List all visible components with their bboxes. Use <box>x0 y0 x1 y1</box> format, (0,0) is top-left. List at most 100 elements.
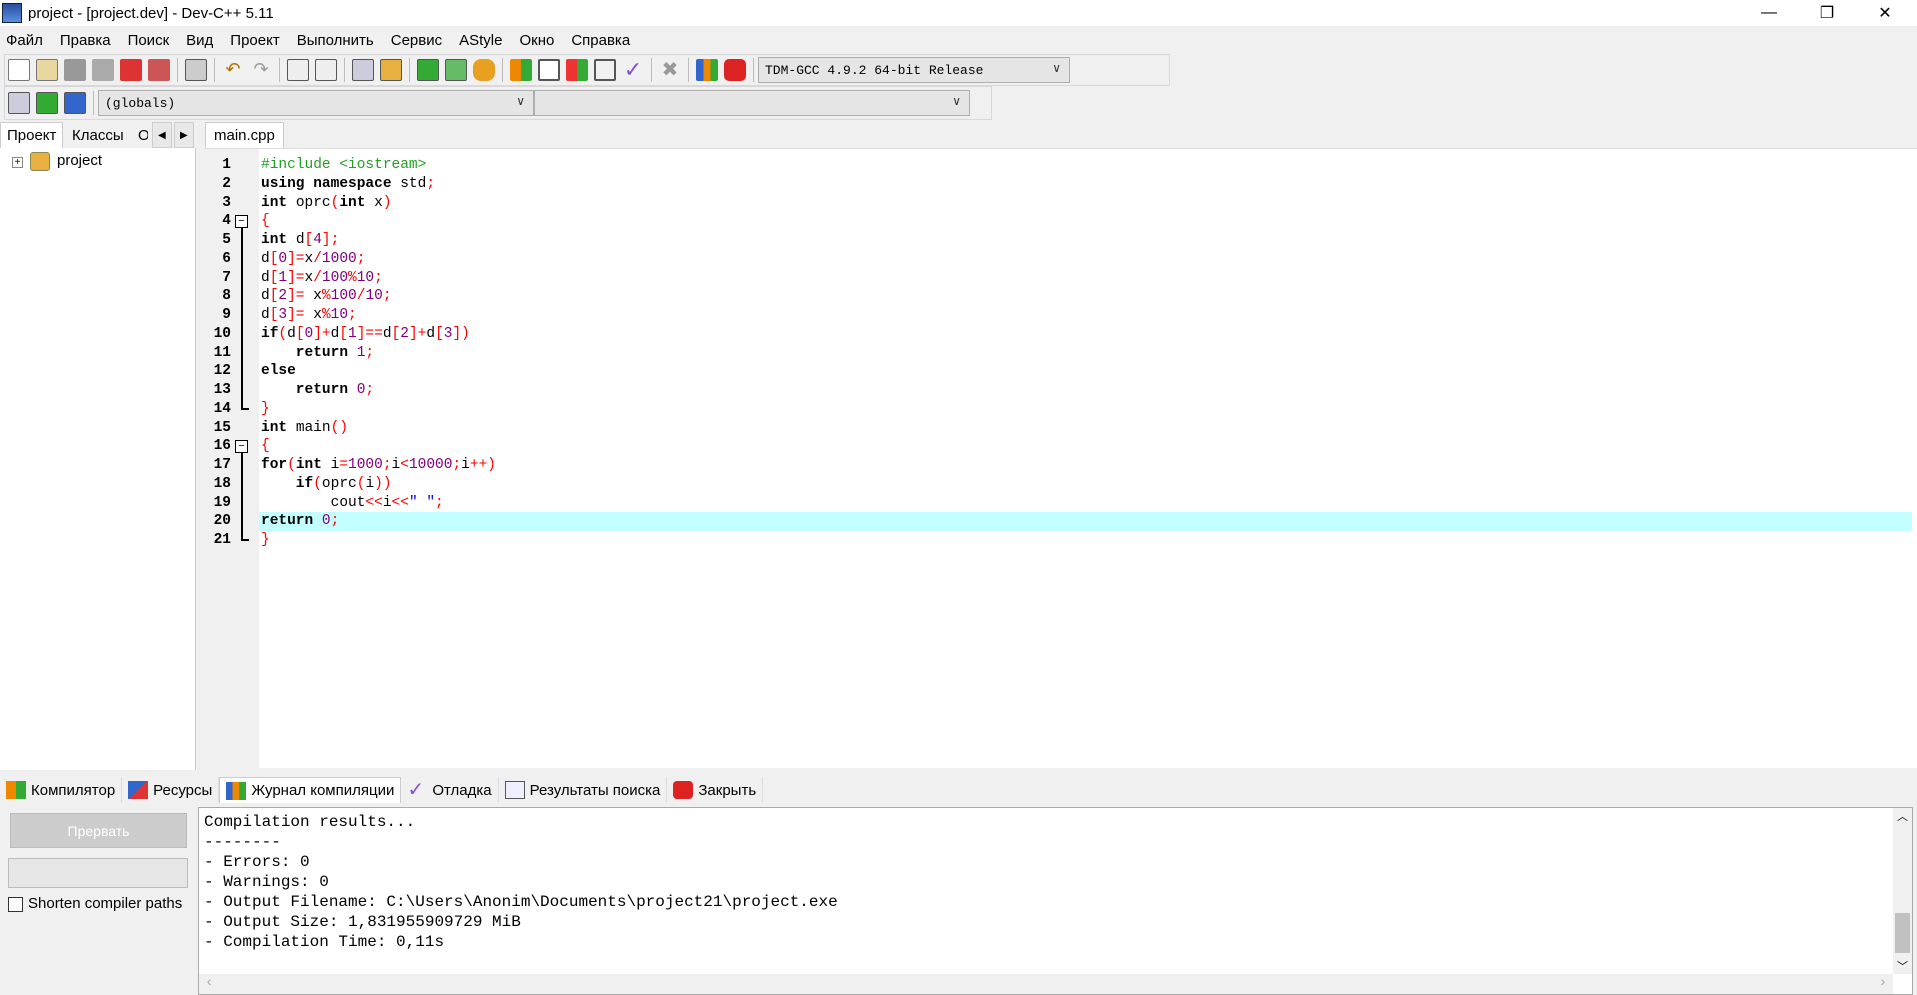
code-token: x <box>313 288 322 305</box>
code-line: 2 using namespace std; <box>205 175 1912 194</box>
scroll-down-icon[interactable]: ﹀ <box>1897 958 1908 974</box>
menu-item[interactable]: Вид <box>186 32 222 49</box>
code-token: else <box>261 363 296 380</box>
scroll-up-icon[interactable]: ︿ <box>1897 808 1908 824</box>
code-token: ]= <box>287 250 305 267</box>
member-select[interactable]: ∨ <box>534 90 970 116</box>
indent-icon[interactable] <box>352 59 374 81</box>
menu-item[interactable]: AStyle <box>459 32 511 49</box>
rebuild-icon[interactable] <box>594 59 616 81</box>
tab-project[interactable]: Проект <box>0 122 64 148</box>
compiler-select[interactable]: TDM-GCC 4.9.2 64-bit Release ∨ <box>758 57 1070 83</box>
code-token: int <box>261 194 296 211</box>
tab-debug-output[interactable]: ✓ Отладка <box>401 777 499 803</box>
code-token: main <box>295 419 331 436</box>
close-file-icon[interactable] <box>120 59 142 81</box>
code-line: 17 for(int i=1000;i<10000;i++) <box>205 456 1912 475</box>
close-button[interactable]: ✕ <box>1857 0 1913 26</box>
code-token: if <box>261 325 279 342</box>
expand-icon[interactable]: + <box>12 157 23 168</box>
menu-item[interactable]: Выполнить <box>297 32 383 49</box>
code-line: 21} <box>205 531 1912 550</box>
menu-item[interactable]: Окно <box>519 32 563 49</box>
code-token: std <box>400 175 427 192</box>
compile-log[interactable]: Compilation results... -------- - Errors: … <box>198 807 1913 995</box>
menu-item[interactable]: Поиск <box>128 32 179 49</box>
menu-item[interactable]: Сервис <box>391 32 451 49</box>
run-icon[interactable] <box>538 59 560 81</box>
minimize-button[interactable]: — <box>1741 0 1797 26</box>
fold-toggle-icon[interactable]: − <box>235 440 248 454</box>
bottom-tabs: Компилятор Ресурсы Журнал компиляции ✓ От… <box>0 777 764 803</box>
tab-compile-log[interactable]: Журнал компиляции <box>219 777 402 803</box>
toggle-bookmark-icon[interactable] <box>36 92 58 114</box>
fold-line <box>241 453 249 541</box>
tab-scroll-right[interactable]: ▶ <box>174 122 194 148</box>
code-token: )) <box>374 475 392 492</box>
find-icon[interactable] <box>287 59 309 81</box>
tab-classes[interactable]: Классы <box>66 122 130 148</box>
replace-icon[interactable] <box>315 59 337 81</box>
profile-icon[interactable] <box>696 59 718 81</box>
save-all-icon[interactable] <box>92 59 114 81</box>
fold-toggle-icon[interactable]: − <box>235 215 248 229</box>
scroll-right-icon[interactable]: › <box>1879 975 1887 991</box>
code-token: % <box>321 288 331 305</box>
check-icon: ✓ <box>407 779 425 801</box>
tab-debug[interactable]: О <box>134 122 148 148</box>
abort-button[interactable]: Прервать <box>10 813 187 848</box>
goto-line-icon[interactable] <box>380 59 402 81</box>
tree-item-project[interactable]: project <box>57 152 102 169</box>
tab-resources[interactable]: Ресурсы <box>122 777 220 803</box>
code-text: return 1; <box>261 344 374 363</box>
code-editor[interactable]: 1 #include <iostream> 2 using namespace std… <box>205 148 1917 768</box>
open-file-icon[interactable] <box>36 59 58 81</box>
print-icon[interactable] <box>185 59 207 81</box>
horizontal-scrollbar[interactable]: ‹ › <box>199 974 1893 994</box>
code-line: 12 else <box>205 362 1912 381</box>
code-line: 10 if(d[0]+d[1]==d[2]+d[3]) <box>205 325 1912 344</box>
compile-run-icon[interactable] <box>566 59 588 81</box>
undo-icon[interactable]: ↶ <box>222 59 244 81</box>
scope-select[interactable]: (globals) ∨ <box>98 90 534 116</box>
tab-scroll-left[interactable]: ◀ <box>152 122 172 148</box>
compiler-grid-icon <box>6 781 26 799</box>
scrollbar-thumb[interactable] <box>1895 913 1910 953</box>
syntax-check-icon[interactable]: ✓ <box>622 59 644 81</box>
vertical-scrollbar[interactable]: ︿ ﹀ <box>1893 808 1912 974</box>
menu-item[interactable]: Правка <box>60 32 120 49</box>
add-to-project-icon[interactable] <box>417 59 439 81</box>
stop-icon[interactable]: ✖ <box>659 59 681 81</box>
scroll-left-icon[interactable]: ‹ <box>205 975 213 991</box>
compile-icon[interactable] <box>510 59 532 81</box>
code-token: () <box>330 419 349 436</box>
tab-main-cpp[interactable]: main.cpp <box>205 122 284 148</box>
code-text: int oprc(int x) <box>261 194 392 213</box>
menu-item[interactable]: Справка <box>571 32 639 49</box>
tab-search-results[interactable]: Результаты поиска <box>499 777 668 803</box>
close-all-icon[interactable] <box>148 59 170 81</box>
code-token: ( <box>287 457 296 473</box>
shorten-paths-checkbox[interactable] <box>8 897 23 912</box>
line-number: 10 <box>213 325 231 342</box>
log-line: - Output Size: 1,831955909729 MiB <box>204 913 521 931</box>
delete-profile-icon[interactable] <box>724 59 746 81</box>
new-file-icon[interactable] <box>8 59 30 81</box>
line-number: 17 <box>213 457 231 473</box>
restore-button[interactable]: ❐ <box>1799 0 1855 26</box>
code-line: 11 return 1; <box>205 344 1912 363</box>
project-options-icon[interactable] <box>473 59 495 81</box>
code-token: ]; <box>321 232 340 248</box>
insert-icon[interactable] <box>8 92 30 114</box>
code-token: 100 <box>330 288 357 305</box>
menu-item[interactable]: Проект <box>230 32 288 49</box>
remove-from-project-icon[interactable] <box>445 59 467 81</box>
save-icon[interactable] <box>64 59 86 81</box>
menu-item[interactable]: Файл <box>6 32 52 49</box>
tab-compiler[interactable]: Компилятор <box>0 777 123 803</box>
code-text: cout<<i<<" "; <box>261 494 444 513</box>
redo-icon[interactable]: ↷ <box>250 59 272 81</box>
line-number: 19 <box>213 494 231 511</box>
tab-close[interactable]: Закрыть <box>667 777 764 803</box>
goto-bookmark-icon[interactable] <box>64 92 86 114</box>
